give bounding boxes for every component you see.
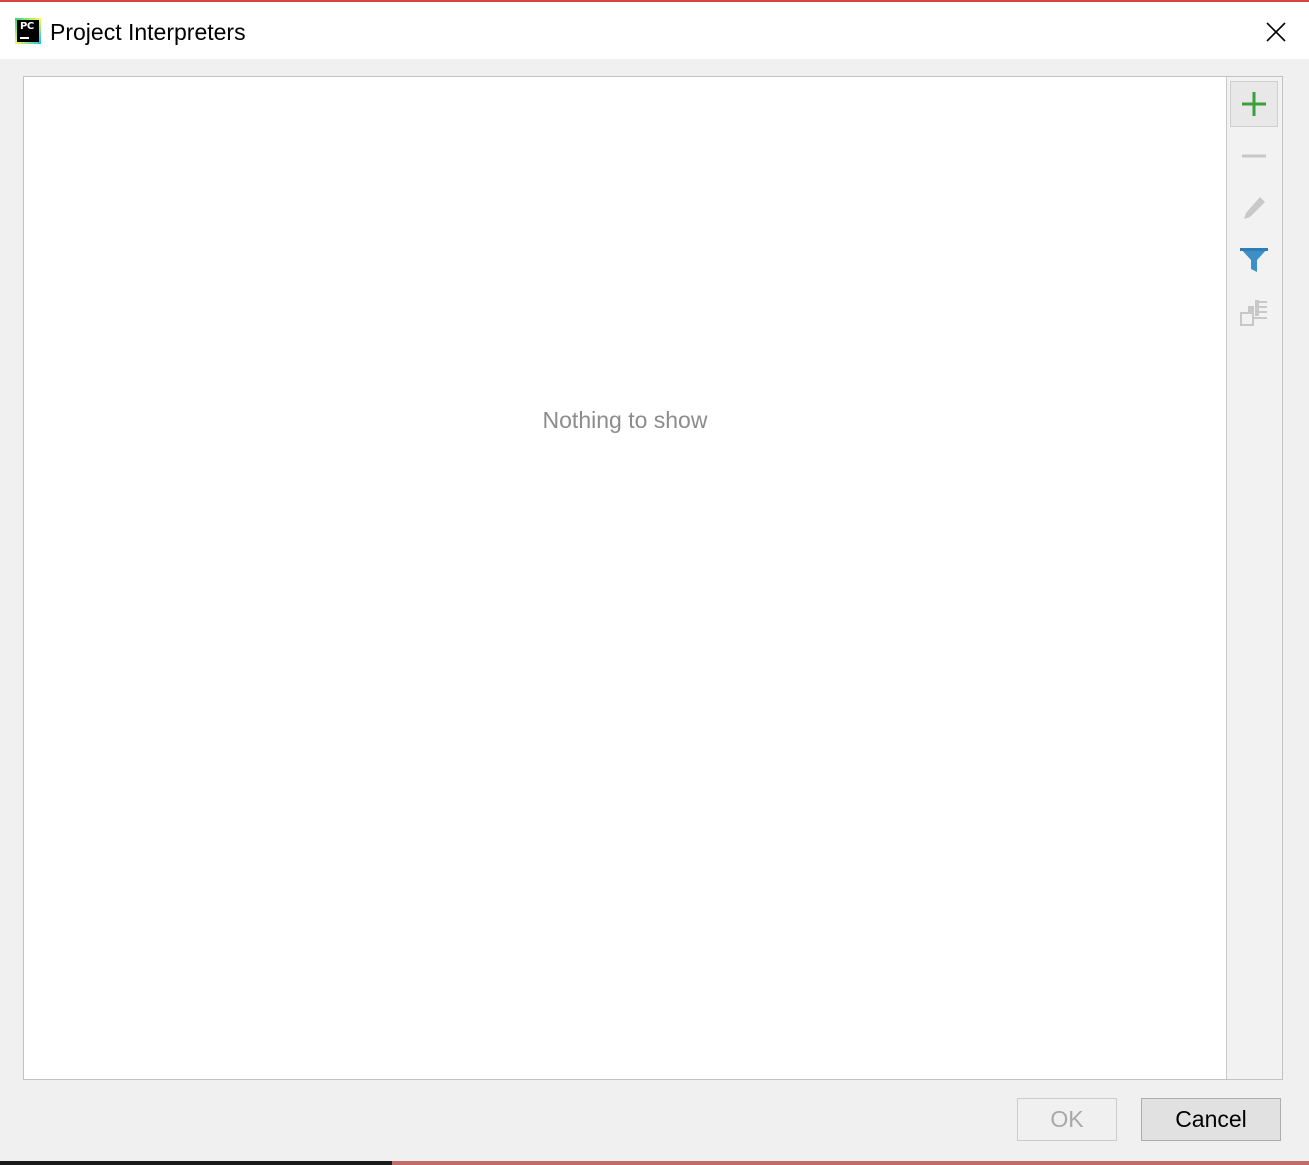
edit-interpreter-button[interactable]: [1230, 185, 1278, 231]
list-toolbar: [1226, 77, 1282, 1079]
pycharm-icon: PC: [15, 18, 41, 44]
remove-icon: [1242, 154, 1266, 158]
filter-button[interactable]: [1230, 237, 1278, 283]
empty-list-message: Nothing to show: [542, 407, 708, 433]
close-icon: [1266, 22, 1286, 42]
filter-icon: [1240, 248, 1268, 272]
show-paths-button[interactable]: [1230, 289, 1278, 335]
add-icon: [1242, 92, 1266, 116]
project-interpreters-dialog: PC Project Interpreters Nothing to show: [0, 0, 1309, 1165]
window-title: Project Interpreters: [50, 19, 246, 45]
edit-icon: [1244, 197, 1265, 219]
title-bar: PC Project Interpreters: [0, 2, 1309, 59]
cancel-button[interactable]: Cancel: [1141, 1098, 1281, 1141]
remove-interpreter-button[interactable]: [1230, 133, 1278, 179]
pycharm-icon-label: PC: [20, 21, 34, 32]
show-paths-icon: [1240, 300, 1267, 326]
add-interpreter-button[interactable]: [1230, 81, 1278, 127]
interpreters-list[interactable]: Nothing to show: [24, 77, 1226, 1079]
close-button[interactable]: [1254, 14, 1298, 50]
taskbar-edge: [0, 1161, 1309, 1165]
ok-button[interactable]: OK: [1017, 1098, 1117, 1141]
interpreters-list-panel: Nothing to show: [23, 76, 1283, 1080]
